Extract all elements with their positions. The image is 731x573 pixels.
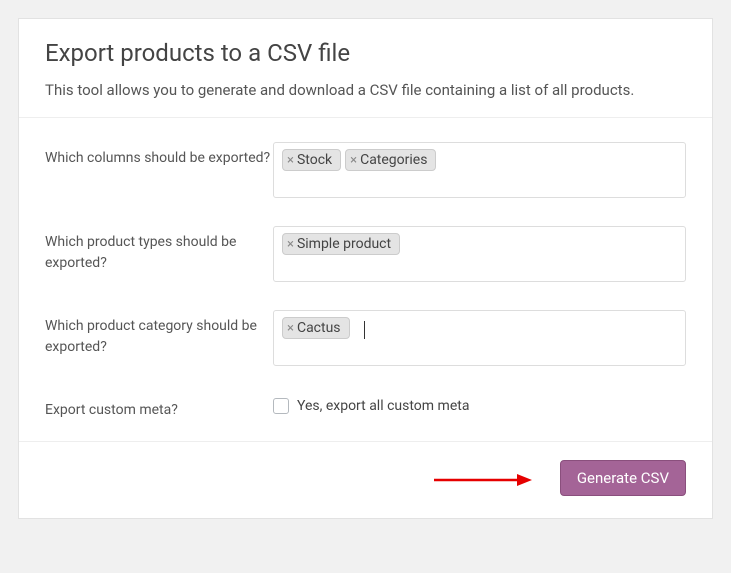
tag-stock[interactable]: × Stock: [282, 149, 341, 171]
columns-label: Which columns should be exported?: [45, 142, 273, 169]
panel-header: Export products to a CSV file This tool …: [19, 19, 712, 117]
meta-checkbox-wrap: Yes, export all custom meta: [273, 394, 469, 414]
export-panel: Export products to a CSV file This tool …: [18, 18, 713, 519]
remove-icon[interactable]: ×: [287, 153, 294, 168]
types-row: Which product types should be exported? …: [45, 212, 686, 296]
meta-checkbox[interactable]: [273, 398, 289, 414]
page-description: This tool allows you to generate and dow…: [45, 81, 686, 99]
tag-label: Cactus: [297, 320, 341, 336]
tag-label: Categories: [360, 152, 427, 168]
meta-label: Export custom meta?: [45, 394, 273, 421]
tag-categories[interactable]: × Categories: [345, 149, 436, 171]
tag-simple-product[interactable]: × Simple product: [282, 233, 400, 255]
tag-label: Simple product: [297, 236, 391, 252]
tag-cactus[interactable]: × Cactus: [282, 317, 350, 339]
types-label: Which product types should be exported?: [45, 226, 273, 274]
generate-csv-button[interactable]: Generate CSV: [560, 460, 686, 496]
meta-row: Export custom meta? Yes, export all cust…: [45, 380, 686, 435]
panel-footer: Generate CSV: [19, 441, 712, 518]
category-label: Which product category should be exporte…: [45, 310, 273, 358]
page-title: Export products to a CSV file: [45, 39, 686, 67]
meta-checkbox-label: Yes, export all custom meta: [297, 398, 469, 414]
remove-icon[interactable]: ×: [287, 237, 294, 252]
tag-label: Stock: [297, 152, 332, 168]
panel-body: Which columns should be exported? × Stoc…: [19, 117, 712, 441]
remove-icon[interactable]: ×: [350, 153, 357, 168]
category-input[interactable]: × Cactus: [273, 310, 686, 366]
text-cursor: [364, 321, 365, 339]
types-input[interactable]: × Simple product: [273, 226, 686, 282]
category-row: Which product category should be exporte…: [45, 296, 686, 380]
arrow-annotation-icon: [432, 470, 532, 490]
columns-input[interactable]: × Stock × Categories: [273, 142, 686, 198]
remove-icon[interactable]: ×: [287, 321, 294, 336]
columns-row: Which columns should be exported? × Stoc…: [45, 128, 686, 212]
